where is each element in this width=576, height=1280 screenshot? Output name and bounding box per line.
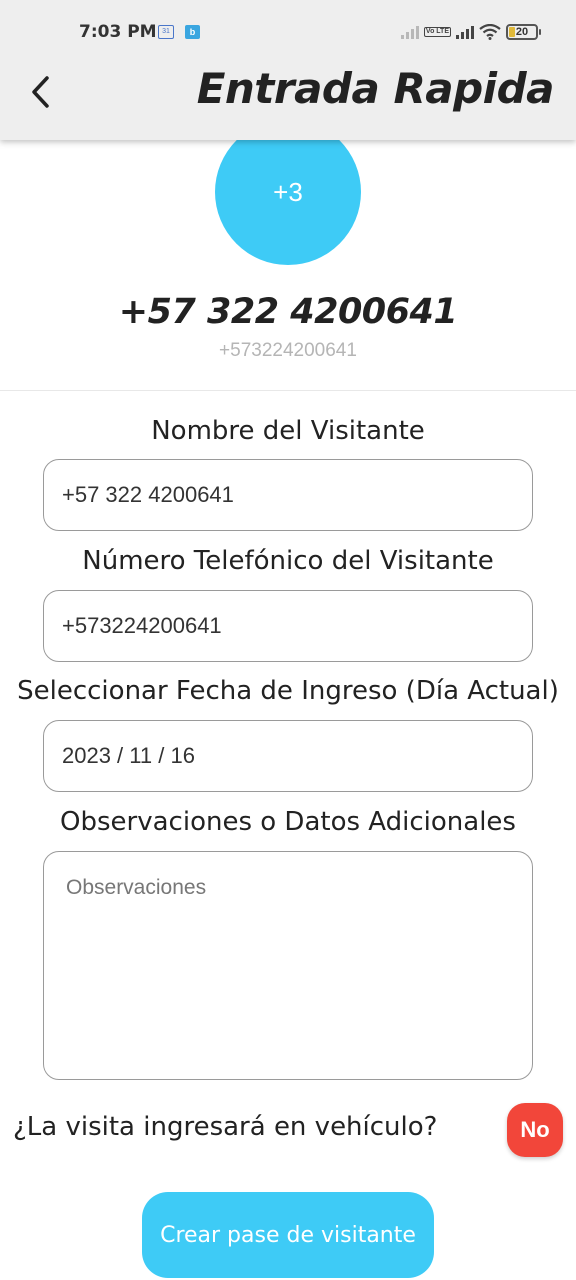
entry-date-value: 2023 / 11 / 16 (62, 743, 195, 768)
battery-level: 20 (515, 26, 529, 38)
status-bar: 7:03 PM 31 b Vo LTE 20 (0, 0, 576, 64)
create-pass-label: Crear pase de visitante (160, 1222, 416, 1248)
visitor-display-number: +57 322 4200641 (118, 292, 458, 332)
visitor-name-value: +57 322 4200641 (62, 482, 234, 507)
battery-icon: 20 (506, 24, 541, 40)
create-pass-button[interactable]: Crear pase de visitante (142, 1192, 434, 1278)
visitor-name-input[interactable]: +57 322 4200641 (43, 459, 533, 531)
page-title: Entrada Rapida (196, 64, 555, 113)
avatar-text: +3 (273, 176, 303, 207)
back-button[interactable] (22, 72, 58, 112)
calendar-notification-icon: 31 (158, 25, 174, 39)
status-time: 7:03 PM (79, 22, 157, 42)
notes-label: Observaciones o Datos Adicionales (60, 807, 516, 837)
visitor-phone-input[interactable]: +573224200641 (43, 590, 533, 662)
volte-icon: Vo LTE (423, 27, 451, 37)
section-divider (0, 390, 576, 391)
entry-date-label: Seleccionar Fecha de Ingreso (Día Actual… (17, 676, 559, 706)
visitor-avatar: +3 (215, 119, 361, 265)
vehicle-toggle-button[interactable]: No (507, 1103, 563, 1157)
app-notification-icon: b (185, 25, 200, 39)
visitor-phone-value: +573224200641 (62, 613, 222, 638)
signal-sim2-icon (456, 25, 474, 39)
visitor-raw-number: +573224200641 (219, 340, 357, 361)
status-icons: Vo LTE 20 (400, 22, 541, 42)
wifi-icon (479, 24, 501, 40)
chevron-left-icon (32, 76, 49, 108)
signal-sim1-icon (400, 25, 419, 39)
notes-textarea[interactable]: Observaciones (43, 851, 533, 1080)
entry-date-picker[interactable]: 2023 / 11 / 16 (43, 720, 533, 792)
notes-placeholder: Observaciones (66, 876, 207, 899)
visitor-name-label: Nombre del Visitante (151, 416, 425, 446)
app-header: 7:03 PM 31 b Vo LTE 20 Entrada Rapida (0, 0, 576, 140)
visitor-phone-label: Número Telefónico del Visitante (82, 546, 494, 576)
vehicle-question: ¿La visita ingresará en vehículo? (13, 1112, 438, 1142)
vehicle-toggle-label: No (520, 1117, 550, 1142)
